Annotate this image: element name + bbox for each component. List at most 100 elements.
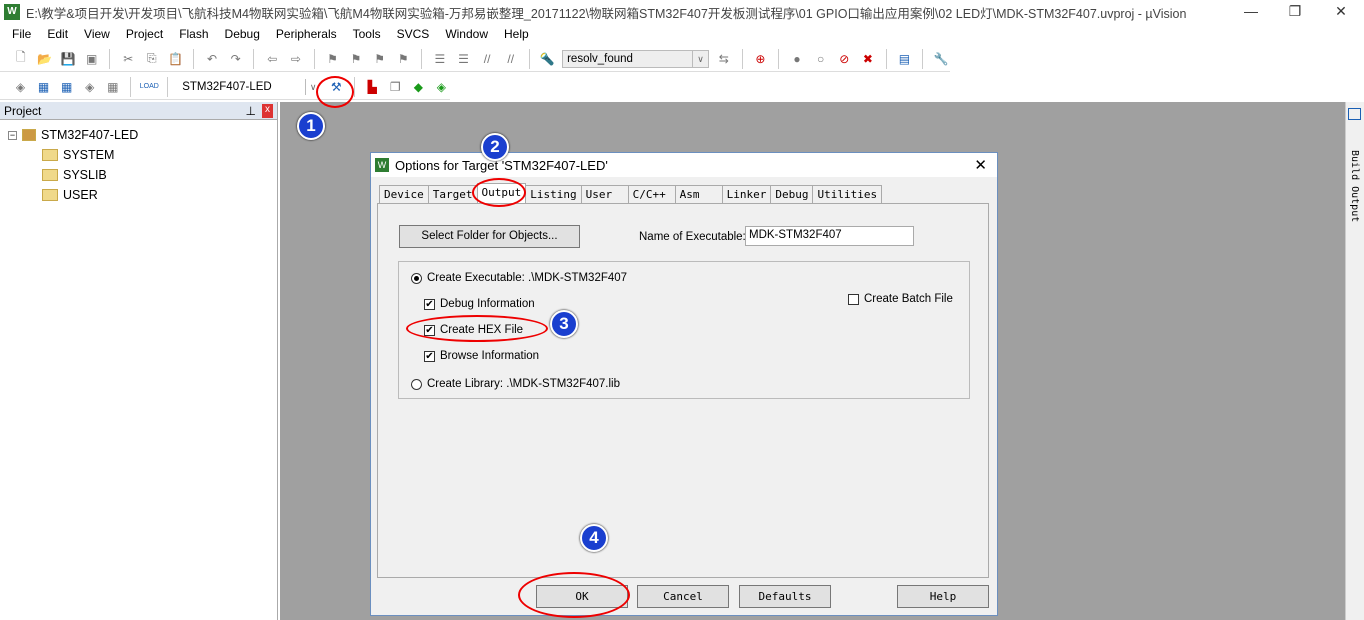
select-packs-icon[interactable]: ◆: [410, 78, 427, 96]
tree-group-syslib[interactable]: SYSLIB: [42, 168, 107, 182]
menu-edit[interactable]: Edit: [39, 27, 76, 41]
project-root-label: STM32F407-LED: [41, 128, 139, 142]
tab-listing[interactable]: Listing: [525, 185, 582, 203]
tree-group-user[interactable]: USER: [42, 188, 98, 202]
collapse-icon[interactable]: −: [8, 130, 17, 140]
manage-project-items-icon[interactable]: ❐: [387, 78, 404, 96]
build-output-tab[interactable]: Build Output: [1345, 102, 1364, 620]
incremental-find-icon[interactable]: ⇆: [715, 50, 733, 68]
close-panel-icon[interactable]: x: [262, 103, 273, 118]
kill-breakpoints-icon[interactable]: ✖: [859, 50, 877, 68]
tab-linker[interactable]: Linker: [721, 185, 772, 203]
uvision-logo-icon: W: [375, 158, 389, 172]
indent-icon[interactable]: ☰: [431, 50, 449, 68]
checkbox-empty-icon: [848, 293, 859, 305]
annotation-badge-1: 1: [297, 112, 325, 140]
menu-svcs[interactable]: SVCS: [389, 27, 438, 41]
batch-build-icon[interactable]: ◈: [81, 78, 98, 96]
debug-session-icon[interactable]: ⊕: [752, 50, 770, 68]
project-panel: Project ⊥ x − STM32F407-LED SYSTEM SYSLIB …: [0, 102, 278, 620]
help-button[interactable]: Help: [897, 585, 989, 608]
pack-installer-icon[interactable]: ◈: [433, 78, 450, 96]
rebuild-icon[interactable]: ▦: [58, 78, 75, 96]
check-icon: ✔: [424, 350, 435, 362]
paste-icon[interactable]: 📋: [167, 50, 185, 68]
tree-group-system[interactable]: SYSTEM: [42, 148, 114, 162]
find-in-files-icon[interactable]: 🔦: [538, 50, 556, 68]
close-button[interactable]: ✕: [1318, 0, 1364, 24]
undo-icon[interactable]: ↶: [203, 50, 221, 68]
nav-back-icon[interactable]: ⇦: [263, 50, 281, 68]
name-of-executable-input[interactable]: MDK-STM32F407: [745, 226, 914, 246]
copy-icon[interactable]: ⎘: [143, 50, 161, 68]
file-toolbar: 🗋 📂 💾 ▣ ✂ ⎘ 📋 ↶ ↷ ⇦ ⇨ ⚑ ⚑ ⚑ ⚑ ☰ ☰ // // …: [0, 46, 950, 72]
find-combo-value: resolv_found: [567, 52, 633, 65]
stop-build-icon[interactable]: ▦: [104, 78, 121, 96]
breakpoint-icon[interactable]: ●: [788, 50, 806, 68]
configure-icon[interactable]: 🔧: [932, 50, 950, 68]
output-tab-panel: Select Folder for Objects... Name of Exe…: [377, 203, 989, 578]
disable-breakpoint-icon[interactable]: ○: [812, 50, 830, 68]
annotation-circle-output-tab: [472, 178, 526, 207]
comment-icon[interactable]: //: [478, 50, 496, 68]
build-icon[interactable]: ▦: [35, 78, 52, 96]
translate-icon[interactable]: ◈: [12, 78, 29, 96]
redo-icon[interactable]: ↷: [227, 50, 245, 68]
menu-tools[interactable]: Tools: [345, 27, 389, 41]
tab-device[interactable]: Device: [379, 185, 429, 203]
browse-information-checkbox[interactable]: ✔ Browse Information: [424, 350, 539, 362]
select-folder-button[interactable]: Select Folder for Objects...: [399, 225, 580, 248]
disable-all-breakpoints-icon[interactable]: ⊘: [835, 50, 853, 68]
nav-forward-icon[interactable]: ⇨: [287, 50, 305, 68]
menu-debug[interactable]: Debug: [217, 27, 268, 41]
tab-utilities[interactable]: Utilities: [812, 185, 883, 203]
tab-cc[interactable]: C/C++: [627, 185, 676, 203]
window-layout-icon[interactable]: ▤: [896, 50, 914, 68]
target-combo[interactable]: STM32F407-LED ∨: [177, 77, 322, 96]
tab-user[interactable]: User: [580, 185, 629, 203]
bookmark-icon[interactable]: ⚑: [324, 50, 342, 68]
unindent-icon[interactable]: ☰: [455, 50, 473, 68]
tab-bar: Device Target Output Listing User C/C++ …: [379, 183, 883, 203]
tab-asm[interactable]: Asm: [674, 185, 723, 203]
target-combo-value: STM32F407-LED: [182, 80, 272, 93]
minimize-button[interactable]: —: [1228, 0, 1274, 24]
chevron-down-icon[interactable]: ∨: [692, 50, 708, 67]
pin-icon[interactable]: ⊥: [246, 104, 256, 118]
create-executable-radio[interactable]: Create Executable: .\MDK-STM32F407: [411, 272, 627, 284]
prev-bookmark-icon[interactable]: ⚑: [347, 50, 365, 68]
dialog-close-button[interactable]: ✕: [974, 156, 987, 174]
save-icon[interactable]: 💾: [59, 50, 77, 68]
defaults-button[interactable]: Defaults: [739, 585, 831, 608]
cut-icon[interactable]: ✂: [119, 50, 137, 68]
menu-peripherals[interactable]: Peripherals: [268, 27, 345, 41]
radio-unselected-icon: [411, 378, 422, 390]
uncomment-icon[interactable]: //: [502, 50, 520, 68]
save-all-icon[interactable]: ▣: [83, 50, 101, 68]
menu-file[interactable]: File: [4, 27, 39, 41]
build-output-label: Build Output: [1349, 150, 1360, 223]
next-bookmark-icon[interactable]: ⚑: [371, 50, 389, 68]
menu-help[interactable]: Help: [496, 27, 537, 41]
maximize-button[interactable]: ❐: [1272, 0, 1318, 24]
menu-project[interactable]: Project: [118, 27, 171, 41]
menu-window[interactable]: Window: [437, 27, 496, 41]
menu-flash[interactable]: Flash: [171, 27, 216, 41]
cancel-button[interactable]: Cancel: [637, 585, 729, 608]
clear-bookmarks-icon[interactable]: ⚑: [394, 50, 412, 68]
menu-view[interactable]: View: [76, 27, 118, 41]
folder-icon: [42, 189, 58, 201]
find-combo[interactable]: resolv_found ∨: [562, 49, 710, 68]
tab-debug[interactable]: Debug: [770, 185, 814, 203]
new-file-icon[interactable]: 🗋: [12, 50, 30, 68]
create-batch-file-checkbox[interactable]: Create Batch File: [848, 293, 953, 305]
tab-target[interactable]: Target: [427, 185, 478, 203]
create-library-radio[interactable]: Create Library: .\MDK-STM32F407.lib: [411, 378, 620, 390]
annotation-badge-2: 2: [481, 133, 509, 161]
debug-information-checkbox[interactable]: ✔ Debug Information: [424, 298, 535, 310]
download-icon[interactable]: LOAD: [140, 78, 159, 96]
project-root[interactable]: − STM32F407-LED: [8, 128, 138, 142]
manage-components-icon[interactable]: ▙: [364, 78, 381, 96]
create-batch-file-label: Create Batch File: [864, 293, 953, 305]
open-file-icon[interactable]: 📂: [36, 50, 54, 68]
